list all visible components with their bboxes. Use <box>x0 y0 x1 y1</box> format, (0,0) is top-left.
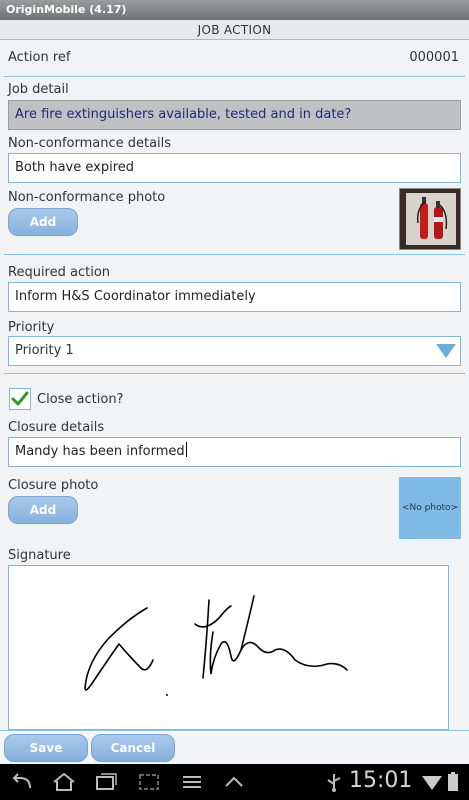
job-detail-field: Are fire extinguishers available, tested… <box>8 100 461 130</box>
required-action-input[interactable]: Inform H&S Coordinator immediately <box>8 282 461 312</box>
nonconf-details-input[interactable]: Both have expired <box>8 153 461 183</box>
action-footer: Save Cancel <box>0 730 469 764</box>
fire-extinguisher-photo <box>400 189 460 249</box>
closure-photo-placeholder[interactable]: <No photo> <box>399 477 461 539</box>
priority-select[interactable]: Priority 1 <box>8 336 461 366</box>
divider <box>4 373 465 374</box>
wifi-icon <box>422 776 442 790</box>
job-detail-label: Job detail <box>8 82 69 97</box>
action-ref-value: 000001 <box>409 50 459 65</box>
nonconf-details-value: Both have expired <box>15 160 135 175</box>
closure-photo-label: Closure photo <box>8 478 99 493</box>
closure-details-value: Mandy has been informed <box>15 444 185 459</box>
app-title: OriginMobile (4.17) <box>6 3 127 16</box>
close-action-checkbox[interactable] <box>9 388 31 410</box>
signature-pad[interactable] <box>8 565 449 730</box>
required-action-value: Inform H&S Coordinator immediately <box>15 289 256 304</box>
form-content[interactable]: Action ref 000001 Job detail Are fire ex… <box>0 40 469 730</box>
battery-icon <box>448 772 458 791</box>
dropdown-arrow-icon <box>436 344 456 358</box>
page-header: JOB ACTION <box>0 20 469 40</box>
screenshot-icon[interactable] <box>137 772 161 792</box>
page-title: JOB ACTION <box>197 23 272 37</box>
required-action-label: Required action <box>8 265 111 280</box>
closure-details-input[interactable]: Mandy has been informed <box>8 437 461 467</box>
action-ref-label: Action ref <box>8 50 71 65</box>
priority-value: Priority 1 <box>15 343 74 358</box>
divider <box>4 76 465 77</box>
closure-photo-add-button[interactable]: Add <box>8 496 78 524</box>
nonconf-photo-add-button[interactable]: Add <box>8 208 78 236</box>
system-navigation-bar: 15:01 <box>0 764 469 800</box>
closure-details-label: Closure details <box>8 420 105 435</box>
recent-apps-icon[interactable] <box>94 772 118 792</box>
home-icon[interactable] <box>52 772 76 792</box>
nonconf-photo-thumbnail[interactable] <box>399 188 461 250</box>
system-clock: 15:01 <box>349 768 413 793</box>
job-detail-value: Are fire extinguishers available, tested… <box>15 107 352 122</box>
close-action-label: Close action? <box>37 392 124 407</box>
cancel-button[interactable]: Cancel <box>91 734 175 762</box>
save-button[interactable]: Save <box>4 734 88 762</box>
checkmark-icon <box>11 391 29 406</box>
chevron-up-icon[interactable] <box>222 772 246 792</box>
back-icon[interactable] <box>10 772 34 792</box>
nonconf-photo-label: Non-conformance photo <box>8 190 166 205</box>
nonconf-details-label: Non-conformance details <box>8 136 172 151</box>
menu-icon[interactable] <box>180 772 204 792</box>
usb-icon <box>327 774 341 792</box>
signature-label: Signature <box>8 548 71 563</box>
divider <box>4 254 465 255</box>
app-title-bar: OriginMobile (4.17) <box>0 0 469 20</box>
signature-drawing <box>84 595 348 696</box>
priority-label: Priority <box>8 320 55 335</box>
text-cursor <box>185 442 187 457</box>
